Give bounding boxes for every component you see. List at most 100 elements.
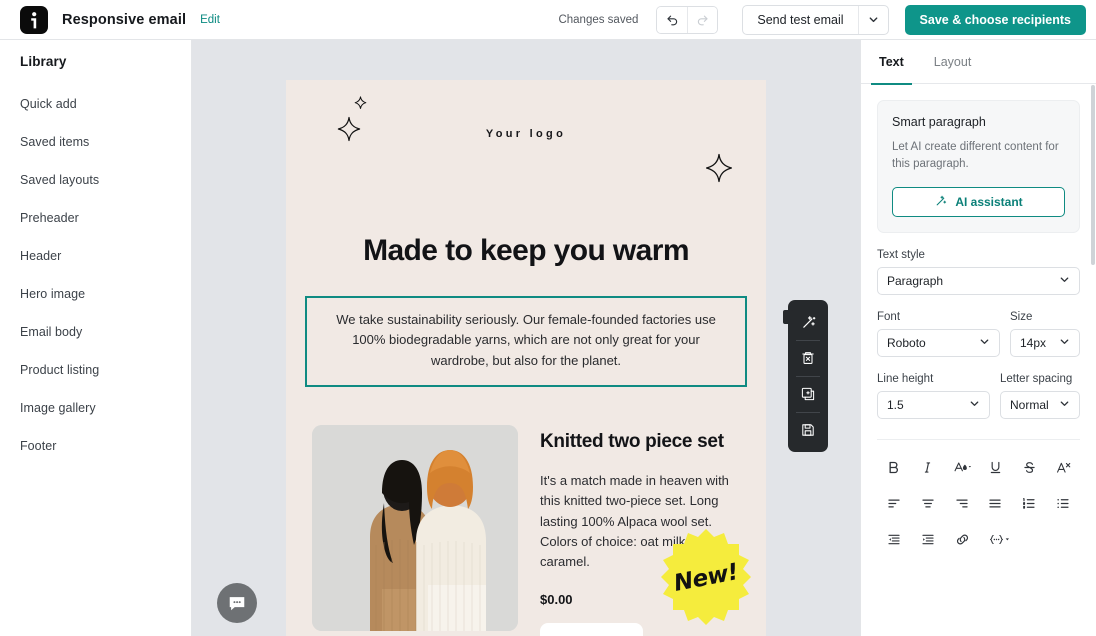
bold-icon[interactable] — [877, 454, 911, 480]
redo-button[interactable] — [687, 6, 718, 33]
save-choose-recipients-button[interactable]: Save & choose recipients — [904, 4, 1086, 35]
properties-scrollbar[interactable] — [1091, 85, 1095, 265]
chevron-down-icon — [1059, 336, 1070, 350]
align-right-icon[interactable] — [945, 490, 979, 516]
tab-layout[interactable]: Layout — [932, 40, 974, 84]
sidebar-item-footer[interactable]: Footer — [0, 427, 191, 465]
chevron-down-icon — [969, 398, 980, 412]
strikethrough-icon[interactable] — [1012, 454, 1046, 480]
product-listing-block[interactable]: Knitted two piece set It's a match made … — [286, 424, 766, 636]
sidebar-item-preheader[interactable]: Preheader — [0, 199, 191, 237]
unordered-list-icon[interactable] — [1046, 490, 1080, 516]
send-test-email-group: Send test email — [742, 4, 889, 35]
lineheight-letterspacing-row: Line height 1.5 Letter spacing Normal — [877, 373, 1080, 420]
undo-redo-group — [656, 5, 719, 34]
new-badge: New! — [656, 527, 756, 627]
underline-icon[interactable] — [978, 454, 1012, 480]
sparkle-icon — [704, 153, 734, 183]
sidebar-item-image-gallery[interactable]: Image gallery — [0, 389, 191, 427]
sidebar-item-email-body[interactable]: Email body — [0, 313, 191, 351]
sidebar-item-hero-image[interactable]: Hero image — [0, 275, 191, 313]
edit-title-link[interactable]: Edit — [200, 14, 220, 26]
email-header-block[interactable]: Your logo — [286, 80, 766, 230]
text-style-value: Paragraph — [887, 274, 944, 289]
email-editor-app: Responsive email Edit Changes saved Send… — [0, 0, 1096, 636]
top-toolbar-actions: Changes saved Send test email Save & cho… — [558, 4, 1086, 35]
line-height-label: Line height — [877, 373, 934, 386]
properties-body: Smart paragraph Let AI create different … — [861, 84, 1096, 578]
editor-body: Library Quick add Saved items Saved layo… — [0, 40, 1096, 636]
merge-tag-icon[interactable] — [979, 526, 1019, 552]
product-title[interactable]: Knitted two piece set — [540, 431, 740, 453]
text-style-label: Text style — [877, 249, 925, 262]
font-select[interactable]: Roboto — [877, 329, 1000, 358]
magic-wand-icon[interactable] — [788, 304, 828, 340]
formatting-row-2 — [877, 490, 1080, 516]
trash-icon[interactable] — [788, 340, 828, 376]
chevron-down-icon — [1059, 398, 1070, 412]
chevron-down-icon[interactable] — [857, 5, 888, 34]
undo-button[interactable] — [657, 6, 688, 33]
letter-spacing-field: Letter spacing Normal — [1000, 373, 1080, 420]
page-title: Responsive email — [62, 11, 187, 28]
sidebar-item-saved-items[interactable]: Saved items — [0, 123, 191, 161]
save-status: Changes saved — [558, 13, 639, 26]
size-select[interactable]: 14px — [1010, 329, 1080, 358]
size-label: Size — [1010, 311, 1033, 324]
smart-paragraph-description: Let AI create different content for this… — [892, 141, 1059, 171]
properties-tabs: Text Layout — [861, 40, 1096, 85]
line-height-select[interactable]: 1.5 — [877, 391, 990, 420]
send-test-email-button[interactable]: Send test email — [743, 6, 857, 34]
product-info: Knitted two piece set It's a match made … — [540, 425, 751, 636]
email-hero-title[interactable]: Made to keep you warm — [286, 234, 766, 268]
block-floating-toolbar — [783, 300, 828, 452]
font-label: Font — [877, 311, 901, 324]
email-logo-text[interactable]: Your logo — [286, 128, 766, 140]
align-center-icon[interactable] — [911, 490, 945, 516]
outdent-icon[interactable] — [877, 526, 911, 552]
ai-assistant-button[interactable]: AI assistant — [892, 187, 1065, 218]
size-value: 14px — [1020, 336, 1047, 351]
font-size-row: Font Roboto Size 14px — [877, 311, 1080, 358]
sparkle-small-icon — [354, 96, 367, 109]
smart-paragraph-title: Smart paragraph — [892, 115, 986, 129]
duplicate-icon[interactable] — [788, 376, 828, 412]
smart-paragraph-card: Smart paragraph Let AI create different … — [877, 100, 1080, 234]
save-icon[interactable] — [788, 412, 828, 448]
text-style-select[interactable]: Paragraph — [877, 267, 1080, 296]
align-justify-icon[interactable] — [978, 490, 1012, 516]
line-height-field: Line height 1.5 — [877, 373, 990, 420]
sidebar-item-quick-add[interactable]: Quick add — [0, 85, 191, 123]
chat-bubble-icon[interactable] — [217, 583, 257, 623]
clear-formatting-icon[interactable] — [1046, 454, 1080, 480]
sidebar-item-product-listing[interactable]: Product listing — [0, 351, 191, 389]
font-field: Font Roboto — [877, 311, 1000, 358]
sidebar-heading: Library — [20, 54, 67, 69]
italic-icon[interactable] — [911, 454, 945, 480]
letter-spacing-label: Letter spacing — [1000, 373, 1073, 386]
font-value: Roboto — [887, 336, 926, 351]
shop-now-button[interactable]: Shop now — [540, 622, 643, 636]
brand-logo-icon[interactable] — [20, 5, 48, 34]
letter-spacing-select[interactable]: Normal — [1000, 391, 1080, 420]
library-sidebar: Library Quick add Saved items Saved layo… — [0, 40, 192, 636]
email-canvas[interactable]: Your logo Made to keep you warm We take … — [192, 40, 860, 636]
text-color-icon[interactable] — [945, 454, 979, 480]
align-left-icon[interactable] — [877, 490, 911, 516]
paragraph-text: We take sustainability seriously. Our fe… — [336, 312, 716, 368]
sidebar-item-header[interactable]: Header — [0, 237, 191, 275]
product-image[interactable] — [312, 424, 518, 631]
formatting-toolbar — [877, 439, 1080, 552]
size-field: Size 14px — [1010, 311, 1080, 358]
indent-icon[interactable] — [911, 526, 945, 552]
sidebar-item-saved-layouts[interactable]: Saved layouts — [0, 161, 191, 199]
line-height-value: 1.5 — [887, 398, 904, 413]
letter-spacing-value: Normal — [1010, 398, 1049, 413]
tab-text[interactable]: Text — [871, 40, 912, 85]
ordered-list-icon[interactable] — [1012, 490, 1046, 516]
link-icon[interactable] — [945, 526, 979, 552]
formatting-row-3 — [877, 526, 1080, 552]
text-style-field: Text style Paragraph — [877, 249, 1080, 296]
selected-paragraph-block[interactable]: We take sustainability seriously. Our fe… — [305, 296, 747, 387]
email-preview: Your logo Made to keep you warm We take … — [286, 80, 766, 636]
